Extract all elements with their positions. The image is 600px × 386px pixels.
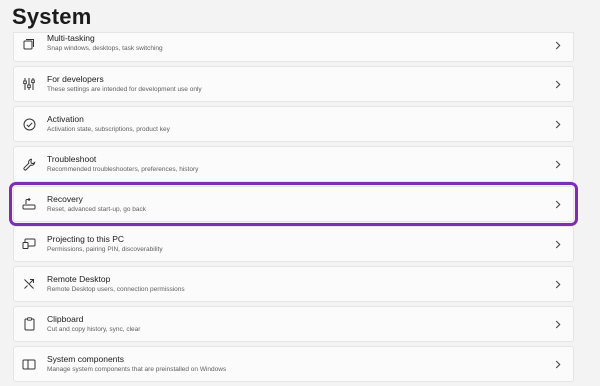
developer-tools-icon <box>22 77 36 91</box>
settings-item-title: System components <box>47 354 125 364</box>
settings-item-activation[interactable]: Activation Activation state, subscriptio… <box>13 106 574 142</box>
chevron-right-icon <box>553 78 563 90</box>
system-components-icon <box>22 357 36 371</box>
settings-item-troubleshoot[interactable]: Troubleshoot Recommended troubleshooters… <box>13 146 574 182</box>
settings-item-title: Projecting to this PC <box>47 234 125 244</box>
settings-item-remote-desktop[interactable]: Remote Desktop Remote Desktop users, con… <box>13 266 574 302</box>
chevron-right-icon <box>553 358 563 370</box>
settings-item-description: Recommended troubleshooters, preferences… <box>47 166 199 173</box>
settings-item-description: These settings are intended for developm… <box>47 86 202 93</box>
settings-list: Multi-tasking Snap windows, desktops, ta… <box>9 32 578 386</box>
clipboard-icon <box>22 317 36 331</box>
chevron-right-icon <box>553 278 563 290</box>
chevron-right-icon <box>553 158 563 170</box>
activation-check-icon <box>22 117 36 131</box>
settings-item-clipboard[interactable]: Clipboard Cut and copy history, sync, cl… <box>13 306 574 342</box>
settings-item-projecting[interactable]: Projecting to this PC Permissions, pairi… <box>13 226 574 262</box>
settings-item-description: Permissions, pairing PIN, discoverabilit… <box>47 246 163 253</box>
chevron-right-icon <box>553 238 563 250</box>
projecting-icon <box>22 237 36 251</box>
settings-item-multitasking[interactable]: Multi-tasking Snap windows, desktops, ta… <box>13 32 574 62</box>
wrench-icon <box>22 157 36 171</box>
settings-item-description: Manage system components that are preins… <box>47 366 227 373</box>
settings-item-recovery[interactable]: Recovery Reset, advanced start-up, go ba… <box>9 182 578 226</box>
recovery-icon <box>22 197 36 211</box>
remote-desktop-icon <box>22 277 36 291</box>
settings-item-title: Clipboard <box>47 314 84 324</box>
settings-item-description: Reset, advanced start-up, go back <box>47 206 147 213</box>
settings-item-title: For developers <box>47 74 104 84</box>
chevron-right-icon <box>553 198 563 210</box>
settings-item-description: Snap windows, desktops, task switching <box>47 45 163 52</box>
chevron-right-icon <box>553 318 563 330</box>
settings-item-title: Recovery <box>47 194 83 204</box>
settings-item-system-components[interactable]: System components Manage system componen… <box>13 346 574 382</box>
settings-item-title: Multi-tasking <box>47 33 95 43</box>
settings-item-description: Cut and copy history, sync, clear <box>47 326 141 333</box>
settings-item-description: Remote Desktop users, connection permiss… <box>47 286 185 293</box>
multitasking-icon <box>22 37 36 51</box>
settings-item-title: Troubleshoot <box>47 154 97 164</box>
settings-item-title: Activation <box>47 114 84 124</box>
chevron-right-icon <box>553 39 563 51</box>
settings-item-description: Activation state, subscriptions, product… <box>47 126 170 133</box>
settings-item-developers[interactable]: For developers These settings are intend… <box>13 66 574 102</box>
settings-item-title: Remote Desktop <box>47 274 111 284</box>
chevron-right-icon <box>553 118 563 130</box>
page-title: System <box>12 4 92 29</box>
